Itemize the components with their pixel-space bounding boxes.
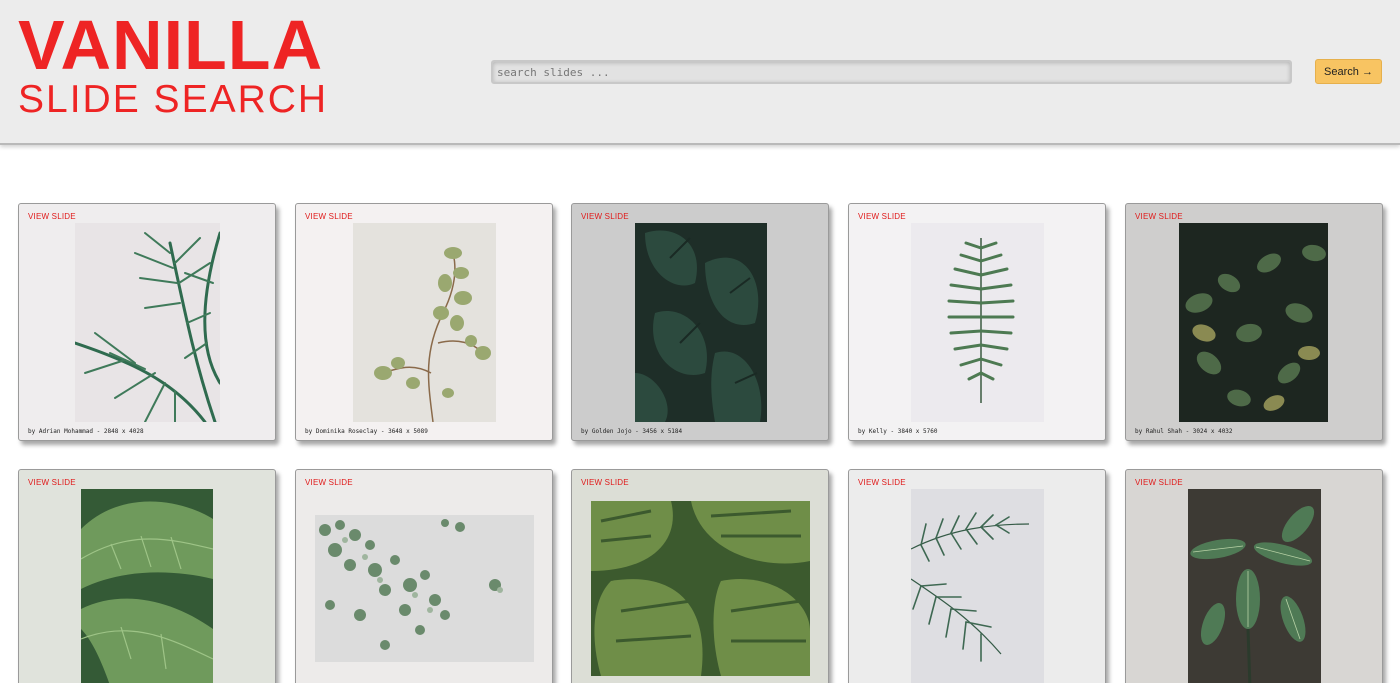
view-slide-link[interactable]: VIEW SLIDE (305, 478, 353, 487)
slide-card: VIEW SLIDE (571, 469, 829, 683)
slide-caption: by Dominika Roseclay - 3648 x 5089 (305, 428, 428, 435)
slide-photo[interactable] (75, 223, 220, 422)
logo-title: VANILLA (18, 6, 324, 84)
slide-card: VIEW SLIDE (1125, 203, 1383, 441)
search-button[interactable]: Search → (1315, 59, 1382, 84)
view-slide-link[interactable]: VIEW SLIDE (581, 212, 629, 221)
view-slide-link[interactable]: VIEW SLIDE (28, 212, 76, 221)
view-slide-link[interactable]: VIEW SLIDE (28, 478, 76, 487)
slide-card: VIEW SLIDE (18, 469, 276, 683)
view-slide-link[interactable]: VIEW SLIDE (858, 212, 906, 221)
view-slide-link[interactable]: VIEW SLIDE (858, 478, 906, 487)
slide-caption: by Golden Jojo - 3456 x 5184 (581, 428, 683, 435)
slide-photo[interactable] (1179, 223, 1328, 422)
slide-photo[interactable] (81, 489, 213, 683)
slide-photo[interactable] (911, 223, 1044, 422)
view-slide-link[interactable]: VIEW SLIDE (1135, 212, 1183, 221)
search-input[interactable] (491, 60, 1292, 84)
slide-card: VIEW SLIDE (848, 469, 1106, 683)
slide-photo[interactable] (315, 515, 534, 662)
slide-photo[interactable] (1188, 489, 1321, 683)
slide-photo[interactable] (591, 501, 810, 676)
slide-card: VIEW SLIDE by Dominika Roseclay - 3648 x… (295, 203, 553, 441)
slide-card: VIEW SLIDE by Golden Jojo - 3456 x 5184 (571, 203, 829, 441)
slide-caption: by Adrian Mohammad - 2848 x 4028 (28, 428, 144, 435)
slide-photo[interactable] (353, 223, 496, 422)
slide-photo[interactable] (635, 223, 767, 422)
view-slide-link[interactable]: VIEW SLIDE (305, 212, 353, 221)
slide-card: VIEW SLIDE (18, 203, 276, 441)
slide-card: VIEW SLIDE (1125, 469, 1383, 683)
slide-caption: by Kelly - 3840 x 5760 (858, 428, 938, 435)
slide-caption: by Rahul Shah - 3024 x 4032 (1135, 428, 1233, 435)
slide-card: VIEW SLIDE by Kelly - 3840 x 5760 (848, 203, 1106, 441)
view-slide-link[interactable]: VIEW SLIDE (1135, 478, 1183, 487)
site-header: VANILLA SLIDE SEARCH Search → (0, 0, 1400, 145)
slide-photo[interactable] (911, 489, 1044, 683)
slide-card: VIEW SLIDE (295, 469, 553, 683)
logo-subtitle: SLIDE SEARCH (18, 78, 329, 121)
view-slide-link[interactable]: VIEW SLIDE (581, 478, 629, 487)
site-logo[interactable]: VANILLA SLIDE SEARCH (18, 6, 329, 121)
